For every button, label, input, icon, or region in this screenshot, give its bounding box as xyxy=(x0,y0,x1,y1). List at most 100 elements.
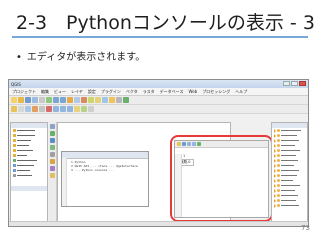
menu-help[interactable]: ヘルプ xyxy=(235,89,247,95)
menu-vector[interactable]: ベクタ xyxy=(126,89,138,95)
expand-icon xyxy=(274,188,276,193)
gear-icon xyxy=(277,144,280,147)
status-bar xyxy=(9,221,308,226)
menu-raster[interactable]: ラスタ xyxy=(143,89,155,95)
database-icon xyxy=(13,169,16,172)
folder-icon xyxy=(13,144,16,147)
python-console-header xyxy=(62,152,148,159)
expand-icon xyxy=(274,133,276,138)
menu-processing[interactable]: プロセッシング xyxy=(202,89,230,95)
cut-icon[interactable] xyxy=(53,106,59,112)
console-line: 3 ... Python console ... xyxy=(71,168,115,172)
new-project-icon[interactable] xyxy=(11,97,17,103)
python-console-icon[interactable] xyxy=(123,97,129,103)
add-delimited-text-icon[interactable] xyxy=(50,166,55,171)
zoom-out-icon[interactable] xyxy=(60,97,66,103)
slide-title: 2-3 Pythonコンソールの表示 - 3 xyxy=(16,12,315,34)
gear-icon xyxy=(277,199,280,202)
add-feature-icon[interactable] xyxy=(25,106,31,112)
bookmark-icon[interactable] xyxy=(109,97,115,103)
edit-icon[interactable] xyxy=(11,106,17,112)
folder-icon xyxy=(13,134,16,137)
measure-icon[interactable] xyxy=(102,97,108,103)
bullet-item: • エディタが表示されます。 xyxy=(16,48,145,63)
layers-panel-header xyxy=(11,186,47,191)
menu-project[interactable]: プロジェクト xyxy=(12,89,36,95)
bullet-dot: • xyxy=(16,52,22,63)
folder-icon xyxy=(13,154,16,157)
node-tool-icon[interactable] xyxy=(39,106,45,112)
pin-icon[interactable] xyxy=(81,106,87,112)
menu-web[interactable]: Web xyxy=(188,89,197,94)
expand-icon xyxy=(274,153,276,158)
menu-settings[interactable]: 設定 xyxy=(88,89,96,95)
tree-item[interactable] xyxy=(11,173,47,178)
close-button[interactable] xyxy=(299,81,306,86)
identify-icon[interactable] xyxy=(88,97,94,103)
new-shapefile-icon[interactable] xyxy=(50,173,55,178)
expand-icon xyxy=(274,128,276,133)
label-icon[interactable] xyxy=(74,106,80,112)
gear-icon xyxy=(277,154,280,157)
qgis-window: QGIS プロジェクト 編集 ビュー レイヤ 設定 プラグイン ベクタ ラスタ … xyxy=(8,79,309,227)
tips-icon[interactable] xyxy=(116,97,122,103)
expand-icon xyxy=(274,138,276,143)
toolbar-row-1 xyxy=(9,96,308,105)
maximize-button[interactable] xyxy=(291,81,298,86)
server-icon xyxy=(13,174,16,177)
window-title: QGIS xyxy=(11,81,21,87)
add-vector-layer-icon[interactable] xyxy=(50,124,55,129)
gear-icon xyxy=(277,159,280,162)
gear-icon xyxy=(277,129,280,132)
gear-icon xyxy=(277,139,280,142)
add-raster-layer-icon[interactable] xyxy=(50,131,55,136)
gear-icon xyxy=(277,164,280,167)
folder-icon xyxy=(13,129,16,132)
toolbar-row-2 xyxy=(9,105,308,114)
save-as-icon[interactable] xyxy=(32,97,38,103)
pan-icon[interactable] xyxy=(46,97,52,103)
expand-icon xyxy=(274,193,276,198)
menu-edit[interactable]: 編集 xyxy=(41,89,49,95)
zoom-full-icon[interactable] xyxy=(67,97,73,103)
zoom-in-icon[interactable] xyxy=(53,97,59,103)
zoom-layer-icon[interactable] xyxy=(74,97,80,103)
menu-database[interactable]: データベース xyxy=(160,89,184,95)
toolbox-item[interactable] xyxy=(272,203,307,208)
digitize-icon[interactable] xyxy=(18,106,24,112)
paste-icon[interactable] xyxy=(67,106,73,112)
menu-view[interactable]: ビュー xyxy=(54,89,66,95)
open-project-icon[interactable] xyxy=(18,97,24,103)
add-postgis-layer-icon[interactable] xyxy=(50,138,55,143)
refresh-icon[interactable] xyxy=(81,97,87,103)
bullet-text: エディタが表示されます。 xyxy=(26,52,146,63)
delete-icon[interactable] xyxy=(46,106,52,112)
gear-icon xyxy=(277,194,280,197)
minimize-button[interactable] xyxy=(283,81,290,86)
expand-icon xyxy=(274,183,276,188)
add-spatialite-layer-icon[interactable] xyxy=(50,145,55,150)
expand-icon xyxy=(274,198,276,203)
gear-icon xyxy=(277,149,280,152)
copy-icon[interactable] xyxy=(60,106,66,112)
gear-icon xyxy=(277,204,280,207)
move-feature-icon[interactable] xyxy=(32,106,38,112)
add-wms-layer-icon[interactable] xyxy=(50,152,55,157)
menu-layer[interactable]: レイヤ xyxy=(71,89,83,95)
save-project-icon[interactable] xyxy=(25,97,31,103)
add-wfs-layer-icon[interactable] xyxy=(50,159,55,164)
title-underline xyxy=(12,36,308,38)
gear-icon xyxy=(277,184,280,187)
expand-icon xyxy=(274,203,276,208)
database-icon xyxy=(13,164,16,167)
menu-plugins[interactable]: プラグイン xyxy=(101,89,121,95)
processing-toolbox xyxy=(271,122,308,225)
left-toolbar xyxy=(49,122,57,225)
database-icon xyxy=(13,159,16,162)
print-icon[interactable] xyxy=(39,97,45,103)
expand-icon xyxy=(274,178,276,183)
rotate-icon[interactable] xyxy=(88,106,94,112)
select-icon[interactable] xyxy=(95,97,101,103)
editor-highlight-box xyxy=(170,135,273,222)
expand-icon xyxy=(274,168,276,173)
